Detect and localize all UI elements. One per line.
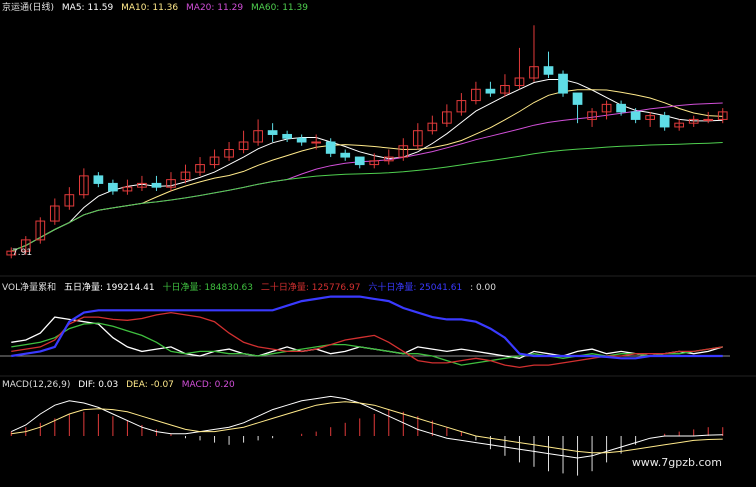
candle-body xyxy=(630,111,641,120)
vol20-label: 二十日净量: 125776.97 xyxy=(260,283,361,293)
vol10-label: 十日净量: 184830.63 xyxy=(162,283,254,293)
candle-body xyxy=(267,130,278,135)
chart-canvas xyxy=(0,25,756,476)
macd-header: MACD(12,26,9) DIF: 0.03 DEA: -0.07 MACD:… xyxy=(2,380,240,390)
watermark: www.7gpzb.com xyxy=(631,456,722,469)
candle-body xyxy=(558,73,568,94)
vol-zero-label: : 0.00 xyxy=(470,283,496,293)
vol-series-1 xyxy=(11,316,723,359)
candle-body xyxy=(485,88,496,94)
candle-body xyxy=(93,175,104,184)
candle-body xyxy=(354,156,365,166)
ma20-label: MA20: 11.29 xyxy=(186,3,244,13)
dif-line xyxy=(11,395,723,459)
vol5-label: 五日净量: 199214.41 xyxy=(63,283,155,293)
ma60-line xyxy=(11,142,723,252)
ma5-label: MA5: 11.59 xyxy=(61,3,114,13)
low-price-marker: 7.91 xyxy=(12,248,37,258)
candle-body xyxy=(325,141,336,154)
vol-header: VOL净量累和 五日净量: 199214.41 十日净量: 184830.63 … xyxy=(2,280,501,293)
vol-series-3 xyxy=(11,311,723,369)
dea-label: DEA: -0.07 xyxy=(126,380,174,390)
candle-body xyxy=(616,103,626,113)
price-header: 京运通(日线) MA5: 11.59 MA10: 11.36 MA20: 11.… xyxy=(2,0,313,13)
candle-body xyxy=(311,141,322,144)
candle-body xyxy=(340,152,351,158)
candle-body xyxy=(151,182,162,188)
vol-title: VOL净量累和 xyxy=(2,283,57,293)
candle-body xyxy=(572,92,583,105)
ma10-label: MA10: 11.36 xyxy=(121,3,179,13)
ma5-line xyxy=(11,79,723,252)
stock-title: 京运通(日线) xyxy=(2,3,55,13)
candle-body xyxy=(282,133,292,139)
macd-value-label: MACD: 0.20 xyxy=(181,380,235,390)
candle-body xyxy=(296,137,307,143)
ma20-line xyxy=(11,102,723,252)
dea-line xyxy=(11,401,723,454)
candle-body xyxy=(543,66,554,75)
macd-title: MACD(12,26,9) xyxy=(2,380,71,390)
dif-label: DIF: 0.03 xyxy=(78,380,119,390)
candle-body xyxy=(703,118,714,121)
ma60-label: MA60: 11.39 xyxy=(250,3,308,13)
vol60-label: 六十日净量: 25041.61 xyxy=(368,283,463,293)
candle-body xyxy=(108,182,118,192)
low-price-value: 7.91 xyxy=(12,248,33,258)
candle-body xyxy=(659,115,670,128)
